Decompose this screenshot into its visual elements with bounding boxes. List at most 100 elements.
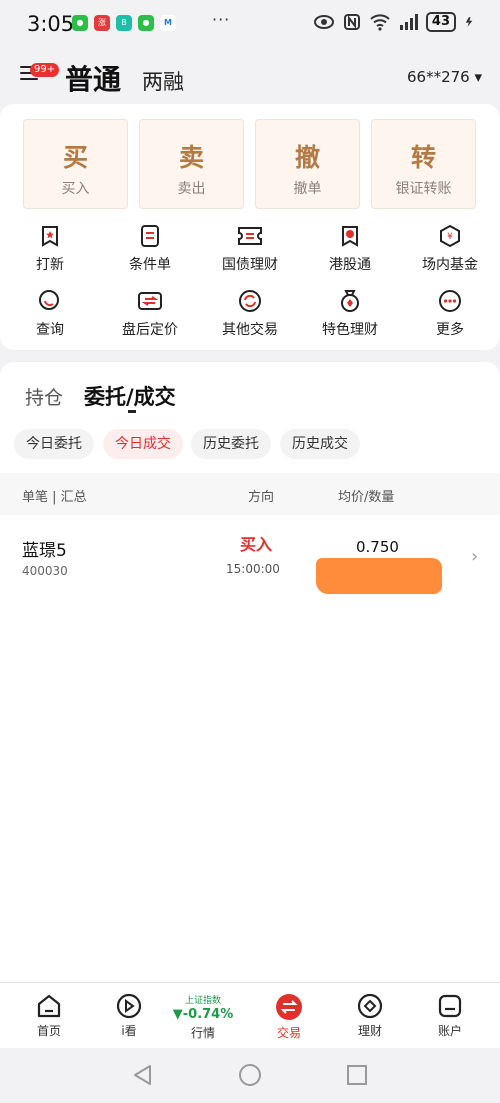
nfc-icon [343, 14, 360, 30]
wifi-icon [370, 14, 390, 31]
bond-icon [238, 227, 262, 245]
bottom-nav: 首页 i看 上证指数 ▼-0.74% 行情 交易 理财 账户 [0, 982, 500, 1048]
trade-icon [276, 994, 302, 1020]
nav-watch[interactable]: i看 [89, 983, 169, 1049]
trade-direction: 买入 [240, 535, 273, 554]
grid-item-query[interactable]: 查询 [2, 289, 98, 339]
chip-history-trades[interactable]: 历史成交 [280, 429, 360, 459]
header-price-qty: 均价/数量 [338, 490, 395, 505]
sell-title: 卖 [178, 143, 204, 172]
table-row[interactable]: 蓝璟5 400030 买入 15:00:00 0.750 › [0, 522, 500, 602]
header-direction: 方向 [248, 490, 275, 505]
home-circle-icon[interactable] [238, 1063, 262, 1087]
table-header: 单笔 | 汇总 方向 均价/数量 [0, 473, 500, 515]
nav-label-watch: i看 [121, 1024, 137, 1038]
featured-finance-icon [341, 290, 359, 312]
grid-item-more[interactable]: 更多 [402, 289, 498, 339]
tab-holdings[interactable]: 持仓 [25, 383, 63, 410]
grid-item-hk-stock[interactable]: 港股通 [302, 224, 398, 274]
svg-text:¥: ¥ [447, 232, 453, 242]
grid-label-hk-stock: 港股通 [329, 257, 371, 273]
account-selector[interactable]: 66**276 ▾ [407, 68, 482, 86]
query-icon [39, 290, 59, 310]
grid-label-bond: 国债理财 [222, 257, 278, 273]
buy-title: 买 [62, 143, 88, 172]
grid-item-other-trade[interactable]: 其他交易 [202, 289, 298, 339]
grid-label-other-trade: 其他交易 [222, 322, 278, 338]
grid-item-condition-order[interactable]: 条件单 [102, 224, 198, 274]
charging-icon [465, 17, 473, 27]
trade-action-card: 买 买入 卖 卖出 撤 撤单 转 银证转账 打新 条件单 国债理财 港股通 ¥ … [0, 104, 500, 350]
tab-normal-account[interactable]: 普通 [65, 58, 121, 98]
active-tab-indicator [128, 410, 136, 413]
status-bar: 3:05 ● 涨 B ● M ··· 43 [0, 0, 500, 46]
grid-item-bond[interactable]: 国债理财 [202, 224, 298, 274]
stock-name: 蓝璟5 [22, 541, 67, 561]
market-index-name: 上证指数 [184, 996, 221, 1006]
hk-stock-icon [342, 226, 358, 247]
after-hours-icon [138, 292, 162, 310]
recents-icon[interactable] [345, 1063, 369, 1087]
status-time: 3:05 [27, 12, 75, 36]
grid-label-featured-finance: 特色理财 [322, 322, 378, 338]
grid-item-featured-finance[interactable]: 特色理财 [302, 289, 398, 339]
nav-label-trade: 交易 [276, 1026, 301, 1040]
grid-item-fund[interactable]: ¥ 场内基金 [402, 224, 498, 274]
ipo-icon [42, 226, 58, 247]
app-icon-blue: M [160, 15, 176, 31]
nav-trade[interactable]: 交易 [249, 983, 329, 1049]
grid-label-condition-order: 条件单 [129, 257, 171, 273]
notification-badge: 99+ [30, 63, 60, 77]
fund-icon: ¥ [440, 224, 460, 248]
system-navigation-bar [0, 1048, 500, 1103]
cancel-order-button[interactable]: 撤 撤单 [255, 119, 360, 209]
wechat-icon-2: ● [138, 15, 154, 31]
stock-code: 400030 [22, 564, 68, 578]
condition-order-icon [141, 225, 159, 247]
nav-finance[interactable]: 理财 [330, 983, 410, 1049]
watch-icon [116, 993, 142, 1019]
other-trade-icon [239, 290, 261, 312]
chip-today-trades[interactable]: 今日成交 [103, 429, 183, 459]
eye-icon [313, 15, 334, 29]
nav-market[interactable]: 上证指数 ▼-0.74% 行情 [163, 983, 243, 1049]
nav-label-finance: 理财 [357, 1024, 382, 1038]
transfer-title: 转 [410, 143, 436, 172]
nav-label-account: 账户 [437, 1024, 462, 1038]
wechat-icon: ● [72, 15, 88, 31]
chip-today-orders[interactable]: 今日委托 [14, 429, 94, 459]
battery-indicator: 43 [425, 12, 456, 32]
avg-price: 0.750 [356, 538, 399, 556]
tab-orders-trades[interactable]: 委托/成交 [84, 381, 176, 411]
redacted-quantity [316, 558, 442, 594]
grid-label-fund: 场内基金 [422, 257, 478, 273]
trade-time: 15:00:00 [226, 562, 280, 576]
grid-label-query: 查询 [36, 322, 64, 338]
buy-subtitle: 买入 [61, 181, 90, 197]
transfer-subtitle: 银证转账 [395, 181, 452, 197]
back-icon[interactable] [131, 1063, 155, 1087]
chip-history-orders[interactable]: 历史委托 [191, 429, 271, 459]
sell-button[interactable]: 卖 卖出 [139, 119, 244, 209]
positions-section: 持仓 委托/成交 今日委托 今日成交 历史委托 历史成交 单笔 | 汇总 方向 … [0, 362, 500, 982]
grid-item-ipo[interactable]: 打新 [2, 224, 98, 274]
bank-transfer-button[interactable]: 转 银证转账 [371, 119, 476, 209]
app-icon-red: 涨 [94, 15, 110, 31]
header-single-summary-toggle[interactable]: 单笔 | 汇总 [22, 486, 87, 505]
sell-subtitle: 卖出 [177, 181, 206, 197]
tab-margin-account[interactable]: 两融 [142, 66, 184, 96]
nav-label-home: 首页 [36, 1024, 61, 1038]
chevron-right-icon: › [471, 546, 479, 567]
nav-label-market: 行情 [190, 1026, 215, 1040]
account-icon [438, 994, 462, 1018]
grid-item-after-hours[interactable]: 盘后定价 [102, 289, 198, 339]
grid-label-after-hours: 盘后定价 [122, 322, 178, 338]
cancel-title: 撤 [294, 143, 320, 172]
grid-label-ipo: 打新 [36, 257, 64, 273]
nav-account[interactable]: 账户 [410, 983, 490, 1049]
home-icon [37, 994, 61, 1018]
nav-home[interactable]: 首页 [9, 983, 89, 1049]
buy-button[interactable]: 买 买入 [23, 119, 128, 209]
finance-icon [357, 993, 383, 1019]
header: 99+ 普通 两融 66**276 ▾ [0, 46, 500, 102]
